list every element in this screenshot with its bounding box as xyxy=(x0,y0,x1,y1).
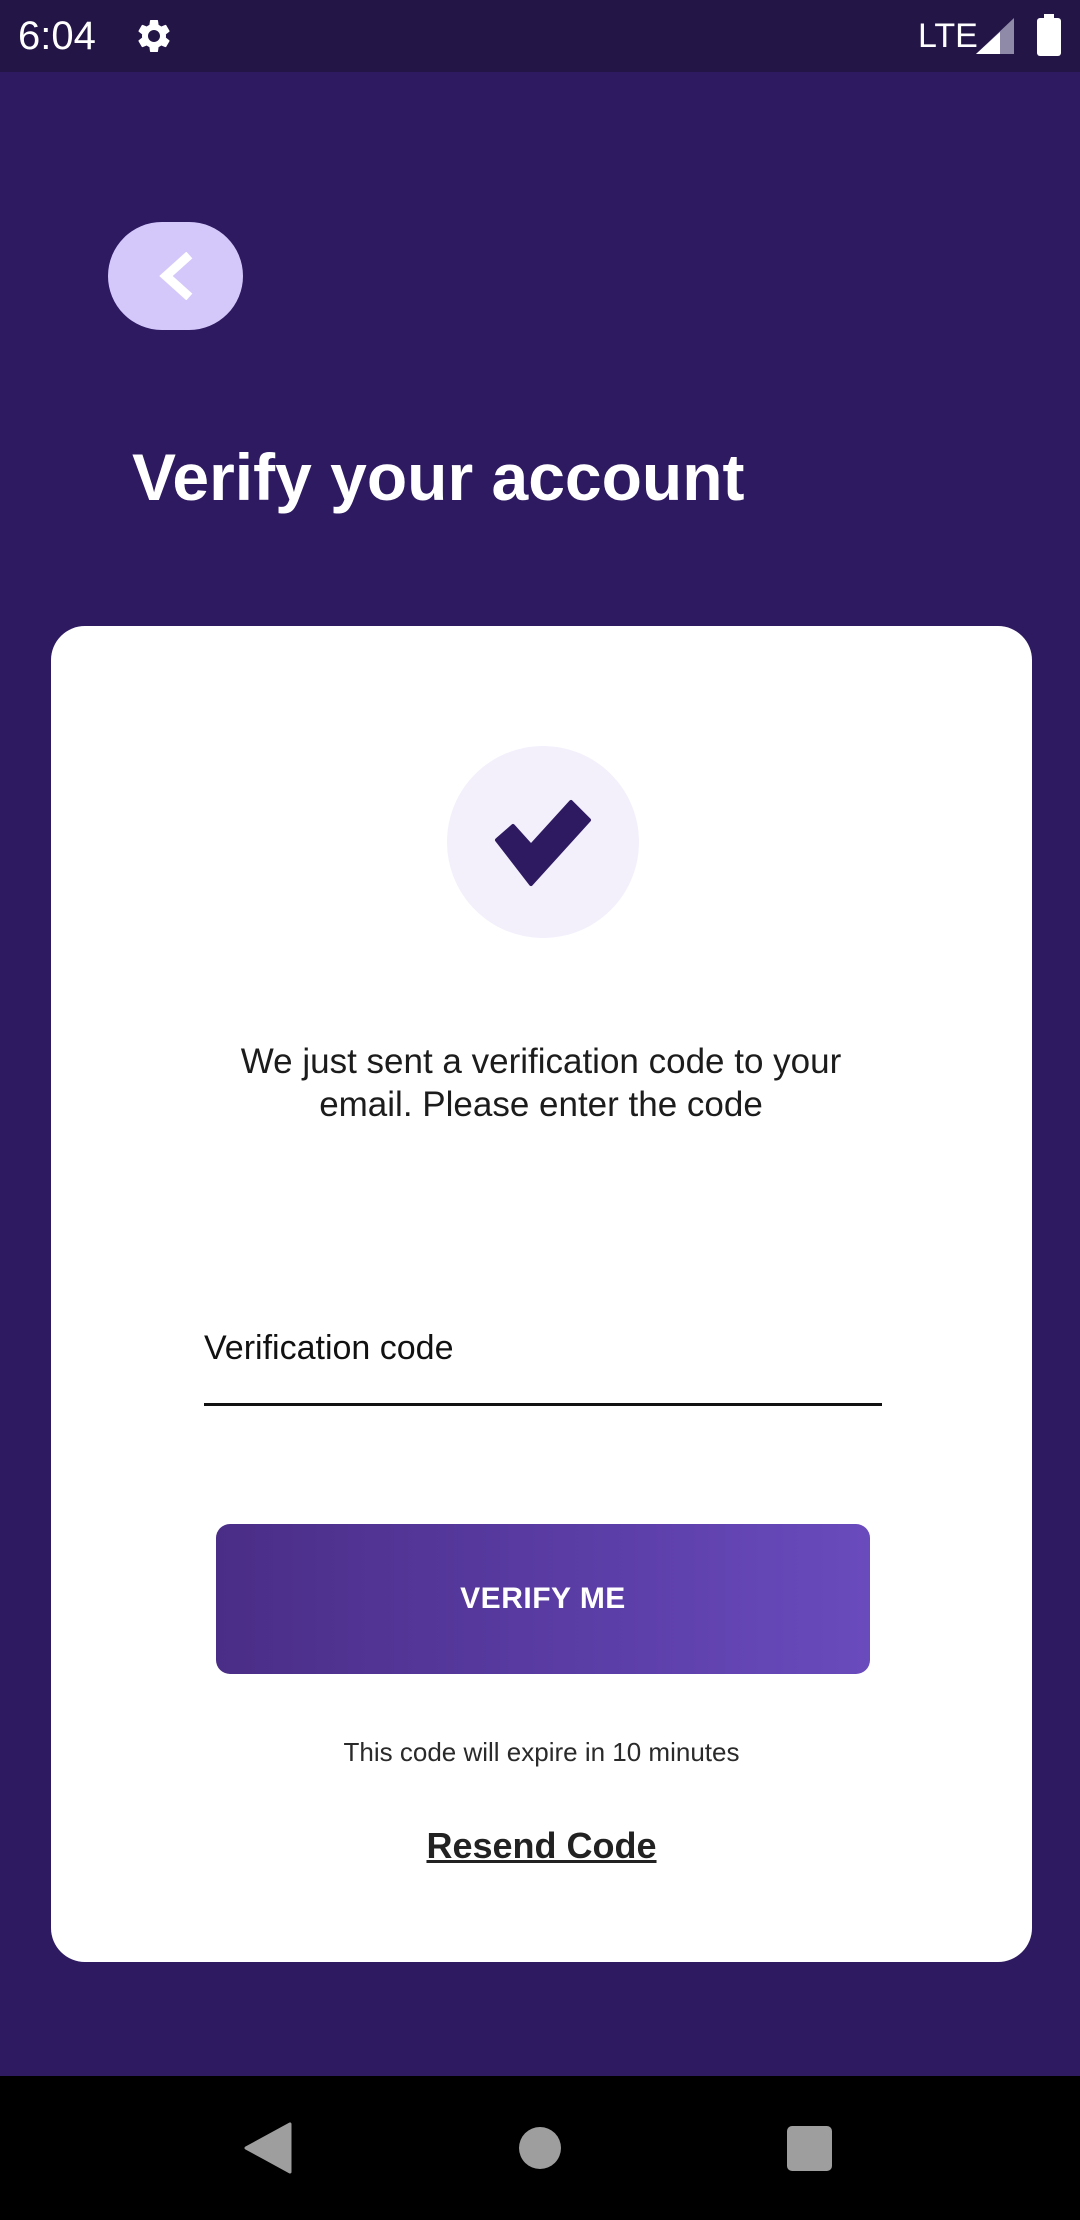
nav-back-icon[interactable] xyxy=(244,2122,292,2174)
nav-home-icon[interactable] xyxy=(519,2127,561,2169)
verification-card: We just sent a verification code to your… xyxy=(51,626,1032,1962)
signal-icon xyxy=(976,18,1014,54)
page-title: Verify your account xyxy=(132,440,745,514)
checkmark-icon xyxy=(495,800,591,886)
verification-code-input[interactable] xyxy=(204,1294,882,1406)
navigation-bar xyxy=(0,2076,1080,2220)
network-type-label: LTE xyxy=(918,17,978,55)
instruction-message: We just sent a verification code to your… xyxy=(240,1042,842,1124)
verification-code-field xyxy=(204,1294,882,1412)
expire-note: This code will expire in 10 minutes xyxy=(343,1737,740,1767)
status-time: 6:04 xyxy=(18,14,96,58)
status-bar: 6:04 LTE xyxy=(0,0,1080,72)
battery-icon xyxy=(1036,14,1062,56)
gear-icon xyxy=(134,16,174,56)
verify-me-button[interactable]: VERIFY ME xyxy=(216,1524,870,1674)
resend-code-link[interactable]: Resend Code xyxy=(51,1824,1032,1868)
chevron-left-icon xyxy=(159,252,193,300)
back-button[interactable] xyxy=(108,222,243,330)
nav-recents-icon[interactable] xyxy=(787,2126,832,2171)
check-badge xyxy=(447,746,639,938)
